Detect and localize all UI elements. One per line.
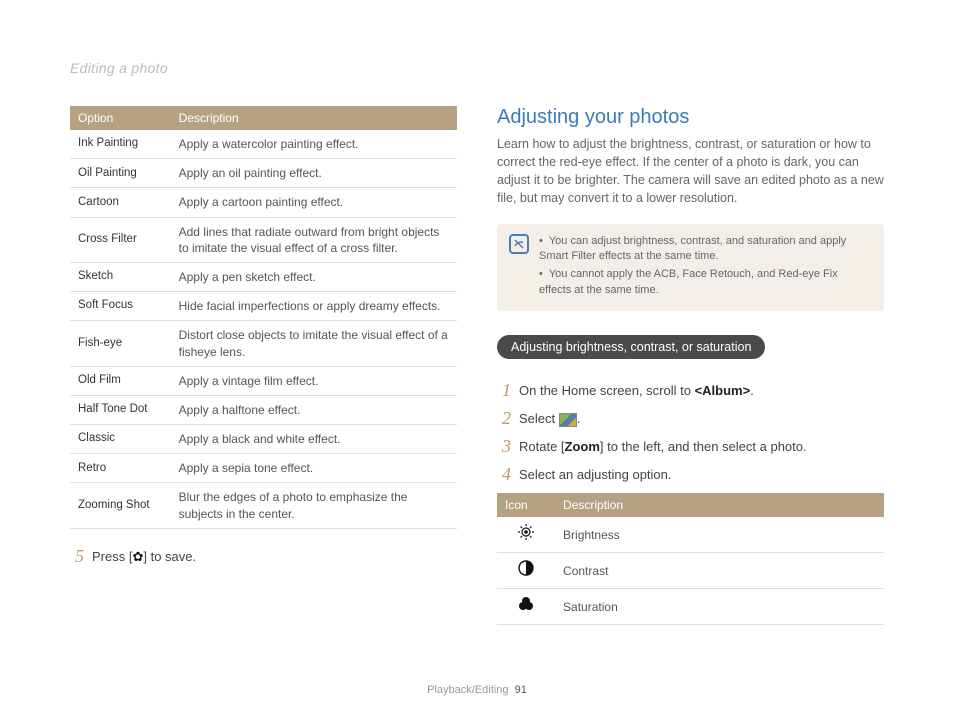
- contrast-icon: [497, 553, 555, 589]
- option-desc: Apply a cartoon painting effect.: [171, 188, 457, 217]
- icon-table: Icon Description BrightnessContrastSatur…: [497, 493, 884, 625]
- option-name: Zooming Shot: [70, 483, 171, 528]
- option-desc: Apply a sepia tone effect.: [171, 454, 457, 483]
- table-row: ClassicApply a black and white effect.: [70, 425, 457, 454]
- option-name: Sketch: [70, 262, 171, 291]
- bold-text: <Album>: [695, 383, 751, 398]
- note-box: You can adjust brightness, contrast, and…: [497, 224, 884, 312]
- macro-flower-icon: ✿: [132, 549, 143, 565]
- step-number: 5: [70, 547, 84, 565]
- step-number: 1: [497, 381, 511, 399]
- options-table: Option Description Ink PaintingApply a w…: [70, 106, 457, 529]
- step-text: Rotate [Zoom] to the left, and then sele…: [519, 437, 807, 454]
- table-row: Brightness: [497, 517, 884, 553]
- table-row: Soft FocusHide facial imperfections or a…: [70, 292, 457, 321]
- step-text: Select .: [519, 409, 580, 427]
- table-row: Half Tone DotApply a halftone effect.: [70, 395, 457, 424]
- step: 1 On the Home screen, scroll to <Album>.: [497, 381, 884, 399]
- footer-page: 91: [515, 684, 527, 696]
- option-name: Classic: [70, 425, 171, 454]
- saturation-icon: [497, 589, 555, 625]
- options-header-option: Option: [70, 106, 171, 130]
- option-name: Ink Painting: [70, 130, 171, 159]
- table-row: Cross FilterAdd lines that radiate outwa…: [70, 217, 457, 262]
- table-row: Zooming ShotBlur the edges of a photo to…: [70, 483, 457, 528]
- option-desc: Apply an oil painting effect.: [171, 159, 457, 188]
- option-name: Cross Filter: [70, 217, 171, 262]
- option-desc: Blur the edges of a photo to emphasize t…: [171, 483, 457, 528]
- section-title: Adjusting your photos: [497, 106, 884, 129]
- step-5: 5 Press [✿] to save.: [70, 547, 457, 566]
- icon-header-desc: Description: [555, 493, 884, 517]
- page-footer: Playback/Editing 91: [0, 684, 954, 696]
- option-name: Retro: [70, 454, 171, 483]
- brightness-icon: [497, 517, 555, 553]
- icon-desc: Brightness: [555, 517, 884, 553]
- note-list: You can adjust brightness, contrast, and…: [539, 234, 872, 302]
- step-number: 4: [497, 465, 511, 483]
- steps-list: 1 On the Home screen, scroll to <Album>. 2…: [497, 381, 884, 483]
- section-intro: Learn how to adjust the brightness, cont…: [497, 135, 884, 208]
- option-desc: Apply a pen sketch effect.: [171, 262, 457, 291]
- table-row: Ink PaintingApply a watercolor painting …: [70, 130, 457, 159]
- options-header-desc: Description: [171, 106, 457, 130]
- bold-text: Zoom: [565, 439, 600, 454]
- step-number: 2: [497, 409, 511, 427]
- step-text: Select an adjusting option.: [519, 465, 672, 482]
- icon-desc: Contrast: [555, 553, 884, 589]
- table-row: SketchApply a pen sketch effect.: [70, 262, 457, 291]
- icon-header-icon: Icon: [497, 493, 555, 517]
- option-name: Cartoon: [70, 188, 171, 217]
- table-row: RetroApply a sepia tone effect.: [70, 454, 457, 483]
- footer-section: Playback/Editing: [427, 684, 508, 696]
- page-header: Editing a photo: [70, 60, 884, 76]
- table-row: Contrast: [497, 553, 884, 589]
- content-columns: Option Description Ink PaintingApply a w…: [70, 106, 884, 625]
- table-row: Oil PaintingApply an oil painting effect…: [70, 159, 457, 188]
- table-row: Fish-eyeDistort close objects to imitate…: [70, 321, 457, 366]
- left-column: Option Description Ink PaintingApply a w…: [70, 106, 457, 625]
- option-name: Half Tone Dot: [70, 395, 171, 424]
- step-text: Press [✿] to save.: [92, 547, 196, 566]
- option-desc: Apply a halftone effect.: [171, 395, 457, 424]
- option-desc: Hide facial imperfections or apply dream…: [171, 292, 457, 321]
- table-row: CartoonApply a cartoon painting effect.: [70, 188, 457, 217]
- note-icon: [509, 234, 529, 254]
- note-item: You can adjust brightness, contrast, and…: [539, 234, 872, 265]
- step: 3 Rotate [Zoom] to the left, and then sel…: [497, 437, 884, 455]
- table-row: Old FilmApply a vintage film effect.: [70, 366, 457, 395]
- photo-edit-icon: [559, 413, 577, 427]
- option-desc: Apply a vintage film effect.: [171, 366, 457, 395]
- icon-desc: Saturation: [555, 589, 884, 625]
- step: 2 Select .: [497, 409, 884, 427]
- option-desc: Apply a black and white effect.: [171, 425, 457, 454]
- note-item: You cannot apply the ACB, Face Retouch, …: [539, 267, 872, 298]
- subsection-pill: Adjusting brightness, contrast, or satur…: [497, 335, 765, 359]
- step: 4 Select an adjusting option.: [497, 465, 884, 483]
- table-row: Saturation: [497, 589, 884, 625]
- right-column: Adjusting your photos Learn how to adjus…: [497, 106, 884, 625]
- option-desc: Apply a watercolor painting effect.: [171, 130, 457, 159]
- option-name: Fish-eye: [70, 321, 171, 366]
- option-name: Old Film: [70, 366, 171, 395]
- step-text: On the Home screen, scroll to <Album>.: [519, 381, 754, 398]
- step5-post: ] to save.: [143, 549, 196, 564]
- step5-pre: Press [: [92, 549, 132, 564]
- option-name: Oil Painting: [70, 159, 171, 188]
- option-desc: Distort close objects to imitate the vis…: [171, 321, 457, 366]
- step-number: 3: [497, 437, 511, 455]
- option-name: Soft Focus: [70, 292, 171, 321]
- option-desc: Add lines that radiate outward from brig…: [171, 217, 457, 262]
